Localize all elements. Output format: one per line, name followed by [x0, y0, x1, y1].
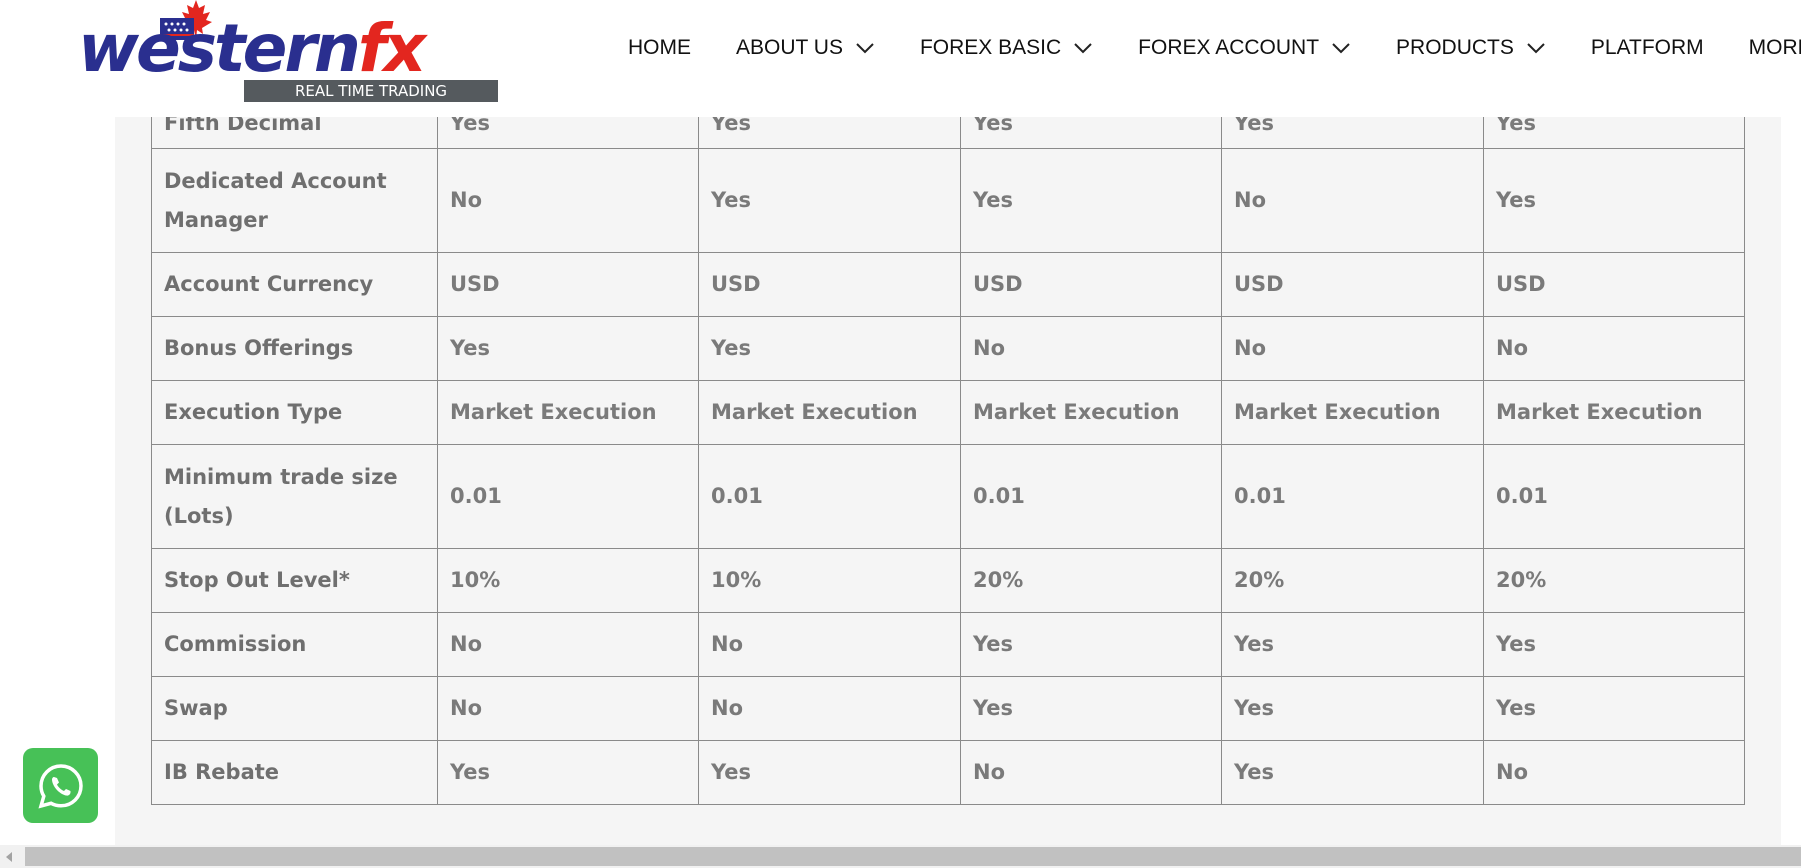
- logo-word-western: western: [78, 10, 361, 87]
- table-cell: Yes: [1483, 612, 1745, 677]
- nav-item-label: PLATFORM: [1590, 36, 1704, 59]
- logo-word-fx: fx: [357, 10, 426, 87]
- table-cell: 0.01: [698, 444, 961, 549]
- table-cell: Yes: [698, 148, 961, 253]
- nav-item-home[interactable]: HOME: [628, 36, 691, 60]
- table-cell: USD: [437, 252, 699, 317]
- chevron-down-icon: [1332, 43, 1350, 54]
- table-row: Account Currency USD USD USD USD USD: [151, 252, 1745, 317]
- table-cell: Yes: [698, 316, 961, 381]
- table-cell: Yes: [437, 316, 699, 381]
- logo-wordmark: westernfx: [78, 14, 426, 84]
- table-cell: Yes: [1221, 676, 1484, 741]
- nav-item-label: PRODUCTS: [1396, 36, 1514, 59]
- nav-item-forex-basic[interactable]: FOREX BASIC: [920, 36, 1093, 60]
- table-row: Stop Out Level* 10% 10% 20% 20% 20%: [151, 548, 1745, 613]
- row-label: Dedicated Account Manager: [151, 148, 438, 253]
- whatsapp-button[interactable]: [23, 748, 98, 823]
- nav-item-label: FOREX ACCOUNT: [1138, 36, 1320, 59]
- account-comparison-table: Fifth Decimal Yes Yes Yes Yes Yes Dedicated Ac…: [151, 98, 1745, 805]
- scroll-left-arrow-icon[interactable]: [6, 852, 12, 862]
- nav-item-more[interactable]: MORE: [1749, 36, 1801, 60]
- table-cell: No: [437, 676, 699, 741]
- chevron-down-icon: [1074, 43, 1092, 54]
- table-cell: 0.01: [960, 444, 1222, 549]
- row-label: Swap: [151, 676, 438, 741]
- main-nav: HOME ABOUT US FOREX BASIC FOREX ACCOUNT PROD…: [628, 30, 1801, 66]
- table-cell: No: [437, 612, 699, 677]
- row-label: Stop Out Level*: [151, 548, 438, 613]
- table-row: Minimum trade size (Lots) 0.01 0.01 0.01 0.0…: [151, 444, 1745, 549]
- table-cell: 10%: [698, 548, 961, 613]
- table-cell: Yes: [960, 676, 1222, 741]
- table-cell: Market Execution: [1483, 380, 1745, 445]
- table-cell: 10%: [437, 548, 699, 613]
- table-cell: Yes: [437, 740, 699, 805]
- table-cell: Yes: [698, 740, 961, 805]
- table-cell: No: [960, 316, 1222, 381]
- row-label: Execution Type: [151, 380, 438, 445]
- table-cell: 0.01: [1221, 444, 1484, 549]
- table-cell: Yes: [1221, 740, 1484, 805]
- table-cell: USD: [1483, 252, 1745, 317]
- table-row: Execution Type Market Execution Market Exe…: [151, 380, 1745, 445]
- nav-item-label: HOME: [628, 36, 691, 59]
- table-cell: Yes: [960, 612, 1222, 677]
- table-cell: USD: [1221, 252, 1484, 317]
- table-cell: Yes: [960, 148, 1222, 253]
- site-header: westernfx REAL TIME TRADING HOME ABOUT US…: [0, 0, 1801, 117]
- chevron-down-icon: [856, 43, 874, 54]
- table-row: Bonus Offerings Yes Yes No No No: [151, 316, 1745, 381]
- table-cell: Market Execution: [1221, 380, 1484, 445]
- table-row: Swap No No Yes Yes Yes: [151, 676, 1745, 741]
- table-cell: Market Execution: [960, 380, 1222, 445]
- table-cell: No: [698, 676, 961, 741]
- whatsapp-icon: [37, 763, 83, 808]
- row-label: IB Rebate: [151, 740, 438, 805]
- table-cell: Market Execution: [437, 380, 699, 445]
- table-cell: USD: [698, 252, 961, 317]
- table-row: Dedicated Account Manager No Yes Yes No Yes: [151, 148, 1745, 253]
- scrollbar-thumb[interactable]: [25, 847, 1801, 866]
- row-label: Account Currency: [151, 252, 438, 317]
- nav-item-platform[interactable]: PLATFORM: [1591, 36, 1704, 60]
- table-row: Commission No No Yes Yes Yes: [151, 612, 1745, 677]
- horizontal-scrollbar[interactable]: [0, 845, 1801, 868]
- table-cell: Yes: [1221, 612, 1484, 677]
- table-cell: No: [698, 612, 961, 677]
- table-cell: No: [960, 740, 1222, 805]
- table-cell: Yes: [1483, 676, 1745, 741]
- table-cell: USD: [960, 252, 1222, 317]
- table-cell: No: [437, 148, 699, 253]
- nav-item-forex-account[interactable]: FOREX ACCOUNT: [1138, 36, 1351, 60]
- table-cell: Market Execution: [698, 380, 961, 445]
- table-row: IB Rebate Yes Yes No Yes No: [151, 740, 1745, 805]
- row-label: Bonus Offerings: [151, 316, 438, 381]
- table-cell: No: [1483, 316, 1745, 381]
- nav-item-label: MORE: [1748, 36, 1801, 59]
- table-cell: 0.01: [437, 444, 699, 549]
- row-label: Minimum trade size (Lots): [151, 444, 438, 549]
- nav-item-label: ABOUT US: [736, 36, 843, 59]
- table-cell: No: [1221, 316, 1484, 381]
- nav-item-products[interactable]: PRODUCTS: [1396, 36, 1546, 60]
- table-cell: No: [1221, 148, 1484, 253]
- table-cell: No: [1483, 740, 1745, 805]
- nav-item-label: FOREX BASIC: [919, 36, 1062, 59]
- table-cell: 20%: [960, 548, 1222, 613]
- logo-tagline: REAL TIME TRADING: [244, 80, 498, 102]
- chevron-down-icon: [1527, 43, 1545, 54]
- nav-item-about-us[interactable]: ABOUT US: [736, 36, 875, 60]
- table-cell: 0.01: [1483, 444, 1745, 549]
- row-label: Commission: [151, 612, 438, 677]
- table-cell: 20%: [1483, 548, 1745, 613]
- westernfx-logo[interactable]: westernfx REAL TIME TRADING: [78, 0, 498, 105]
- table-cell: Yes: [1483, 148, 1745, 253]
- table-cell: 20%: [1221, 548, 1484, 613]
